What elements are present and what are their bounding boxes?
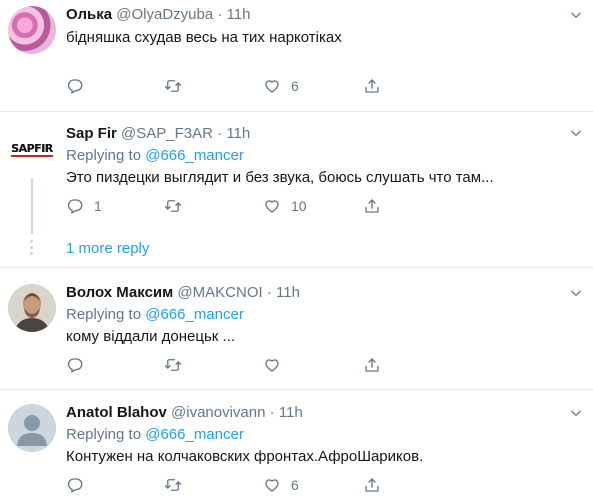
avatar[interactable]: [8, 6, 56, 54]
reply-button[interactable]: [66, 474, 94, 496]
retweet-button[interactable]: [164, 354, 192, 376]
like-count: 10: [291, 198, 307, 214]
mention-link[interactable]: @666_mancer: [145, 426, 244, 443]
separator-dot: ·: [266, 284, 272, 301]
user-handle[interactable]: @OlyaDzyuba: [116, 6, 213, 23]
tweet-header: Волох Максим @MAKCNOI · 11h: [66, 283, 581, 303]
tweet-text: кому віддали донецьк ...: [66, 328, 236, 345]
like-button[interactable]: 10: [263, 195, 307, 217]
retweet-icon: [164, 197, 182, 215]
thread-dots: [30, 240, 34, 258]
replying-prefix: Replying to: [66, 306, 142, 323]
replying-to: Replying to @666_mancer: [66, 145, 581, 167]
replying-to: Replying to @666_mancer: [66, 424, 581, 446]
chevron-down-icon[interactable]: [569, 286, 583, 300]
like-count: 6: [291, 477, 299, 493]
avatar[interactable]: SAPFIR: [8, 126, 56, 174]
retweet-button[interactable]: [164, 195, 192, 217]
timestamp[interactable]: 11h: [227, 6, 251, 23]
tweet-header: Anatol Blahov @ivanovivann · 11h: [66, 403, 581, 423]
user-handle[interactable]: @MAKCNOI: [177, 284, 262, 301]
reply-icon: [66, 197, 84, 215]
heart-icon: [263, 356, 281, 374]
heart-icon: [263, 77, 281, 95]
replying-to: Replying to @666_mancer: [66, 304, 581, 326]
reply-button[interactable]: 1: [66, 195, 102, 217]
share-icon: [363, 77, 381, 95]
chevron-down-icon[interactable]: [569, 8, 583, 22]
replying-prefix: Replying to: [66, 426, 142, 443]
user-name[interactable]: Волох Максим: [66, 284, 173, 301]
tweet[interactable]: Anatol Blahov @ivanovivann · 11h Replyin…: [0, 390, 593, 500]
retweet-icon: [164, 77, 182, 95]
person-photo: [8, 284, 56, 332]
default-avatar-icon: [8, 404, 56, 452]
user-name[interactable]: Олька: [66, 6, 112, 23]
reply-button[interactable]: [66, 354, 94, 376]
heart-icon: [263, 476, 281, 494]
tweet-header: Sap Fir @SAP_F3AR · 11h: [66, 124, 581, 144]
mention-link[interactable]: @666_mancer: [145, 147, 244, 164]
reply-count: 1: [94, 198, 102, 214]
share-icon: [363, 356, 381, 374]
tweet[interactable]: Олька @OlyaDzyuba · 11h бідняшка схудав …: [0, 0, 593, 110]
timestamp[interactable]: 11h: [279, 404, 303, 421]
tweet-text: бідняшка схудав весь на тих наркотіках: [66, 29, 342, 46]
user-name[interactable]: Anatol Blahov: [66, 404, 167, 421]
share-button[interactable]: [363, 354, 381, 376]
reply-icon: [66, 476, 84, 494]
chevron-down-icon[interactable]: [569, 406, 583, 420]
share-button[interactable]: [363, 474, 381, 496]
timestamp[interactable]: 11h: [276, 284, 300, 301]
avatar-logo: SAPFIR: [11, 142, 53, 157]
replying-prefix: Replying to: [66, 147, 142, 164]
like-count: 6: [291, 78, 299, 94]
user-handle[interactable]: @SAP_F3AR: [121, 125, 213, 142]
retweet-button[interactable]: [164, 474, 192, 496]
retweet-icon: [164, 476, 182, 494]
reply-icon: [66, 77, 84, 95]
retweet-icon: [164, 356, 182, 374]
retweet-button[interactable]: [164, 75, 192, 97]
avatar[interactable]: [8, 404, 56, 452]
share-button[interactable]: [363, 75, 381, 97]
mention-link[interactable]: @666_mancer: [145, 306, 244, 323]
heart-icon: [263, 197, 281, 215]
tweet[interactable]: SAPFIR Sap Fir @SAP_F3AR · 11h Replying …: [0, 112, 593, 267]
like-button[interactable]: 6: [263, 75, 299, 97]
share-icon: [363, 197, 381, 215]
reply-button[interactable]: [66, 75, 94, 97]
separator-dot: ·: [217, 125, 223, 142]
thread-line: [31, 178, 33, 234]
tweet[interactable]: Волох Максим @MAKCNOI · 11h Replying to …: [0, 268, 593, 388]
tweet-text: Контужен на колчаковских фронтах.АфроШар…: [66, 448, 424, 465]
user-name[interactable]: Sap Fir: [66, 125, 117, 142]
more-replies-link[interactable]: 1 more reply: [66, 239, 149, 259]
tweet-text: Это пиздецки выглядит и без звука, боюсь…: [66, 169, 494, 186]
reply-icon: [66, 356, 84, 374]
separator-dot: ·: [217, 6, 223, 23]
like-button[interactable]: 6: [263, 474, 299, 496]
share-icon: [363, 476, 381, 494]
like-button[interactable]: [263, 354, 291, 376]
avatar[interactable]: [8, 284, 56, 332]
chevron-down-icon[interactable]: [569, 126, 583, 140]
tweet-header: Олька @OlyaDzyuba · 11h: [66, 5, 581, 25]
separator-dot: ·: [269, 404, 275, 421]
share-button[interactable]: [363, 195, 381, 217]
timestamp[interactable]: 11h: [226, 125, 250, 142]
user-handle[interactable]: @ivanovivann: [171, 404, 265, 421]
